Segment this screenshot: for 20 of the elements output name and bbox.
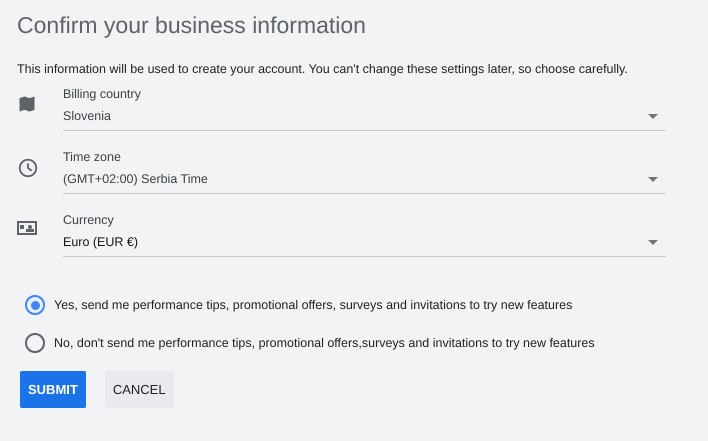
cancel-button[interactable]: CANCEL	[104, 371, 174, 408]
dropdown-field[interactable]: Slovenia	[63, 102, 666, 131]
radio-button[interactable]	[25, 333, 45, 353]
map-icon	[17, 94, 37, 114]
field-label: Billing country	[63, 86, 142, 102]
radio-button[interactable]	[25, 295, 45, 315]
field-label: Time zone	[63, 149, 122, 165]
money-card-icon	[17, 220, 37, 236]
option-label[interactable]: Yes, send me performance tips, promotional offers, surveys and invitations to try new features	[54, 298, 572, 312]
submit-button[interactable]: SUBMIT	[20, 371, 86, 408]
dropdown-field[interactable]: Euro (EUR €)	[63, 228, 666, 257]
caret-icon	[648, 176, 658, 182]
field-label: Currency	[63, 212, 115, 228]
option-label[interactable]: No, don't send me performance tips, promotional offers,surveys and invitations to try new features	[54, 336, 595, 350]
caret-icon	[648, 114, 658, 118]
clock-icon	[17, 157, 39, 179]
dropdown-field[interactable]: (GMT+02:00) Serbia Time	[63, 165, 666, 194]
caret-icon	[648, 240, 658, 244]
intro-text: This information will be used to create your account. You can't change these settings later, so choose carefully.	[17, 62, 629, 76]
page-title: Confirm your business information	[17, 11, 367, 40]
